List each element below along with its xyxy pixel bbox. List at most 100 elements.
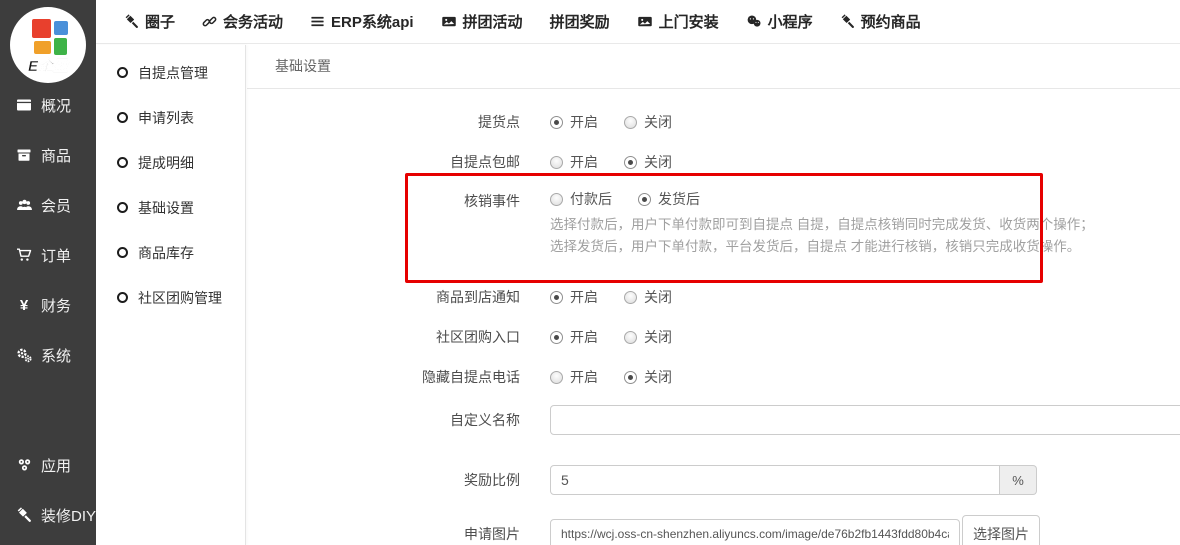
- radio-icon[interactable]: [550, 371, 563, 384]
- topnav-item-erp-api[interactable]: ERP系统api: [310, 11, 414, 32]
- main-sidebar: E企盈 概况 商品 会员 订单 ¥: [0, 0, 96, 545]
- sidebar-item-label: 订单: [41, 245, 71, 266]
- circle-icon: [117, 247, 128, 258]
- radio-icon[interactable]: [624, 156, 637, 169]
- radio-option-on[interactable]: 开启: [550, 287, 598, 307]
- topnav-item-mini-program[interactable]: 小程序: [746, 11, 813, 32]
- topnav-item-circle[interactable]: 圈子: [124, 11, 175, 32]
- radio-option-on[interactable]: 开启: [550, 327, 598, 347]
- gavel-icon: [840, 14, 855, 29]
- sidebar-item-label: 装修DIY: [41, 505, 96, 526]
- radio-icon[interactable]: [624, 291, 637, 304]
- field-label: 社区团购入口: [247, 327, 520, 347]
- field-label: 奖励比例: [247, 470, 520, 490]
- radio-option-off[interactable]: 关闭: [624, 287, 672, 307]
- radio-option-label: 开启: [570, 327, 598, 347]
- radio-option-on[interactable]: 开启: [550, 152, 598, 172]
- radio-option-on[interactable]: 开启: [550, 112, 598, 132]
- sidebar-item-apps[interactable]: 应用: [0, 440, 96, 490]
- circle-icon: [117, 202, 128, 213]
- apps-icon: [15, 457, 33, 473]
- form-row-custom-name: 自定义名称: [247, 400, 1180, 440]
- gavel-icon: [124, 14, 139, 29]
- submenu-item-pickup-management[interactable]: 自提点管理: [96, 50, 245, 95]
- yen-icon: ¥: [15, 297, 33, 313]
- circle-icon: [117, 67, 128, 78]
- topnav-item-label: 会务活动: [223, 11, 283, 32]
- radio-option-label: 开启: [570, 287, 598, 307]
- topnav-item-group-activity[interactable]: 拼团活动: [441, 11, 523, 32]
- radio-option-off[interactable]: 关闭: [624, 152, 672, 172]
- sidebar-item-goods[interactable]: 商品: [0, 130, 96, 180]
- form-row-reward-ratio: 奖励比例 %: [247, 460, 1180, 500]
- sidebar-item-label: 会员: [41, 195, 71, 216]
- sidebar-item-label: 系统: [41, 345, 71, 366]
- help-text: 选择付款后，用户下单付款即可到自提点 自提，自提点核销同时完成发货、收货两个操作…: [550, 214, 1094, 236]
- radio-icon[interactable]: [550, 116, 563, 129]
- submenu-item-label: 申请列表: [138, 108, 194, 128]
- sidebar-item-label: 财务: [41, 295, 71, 316]
- circle-icon: [117, 112, 128, 123]
- radio-option-after-shipment[interactable]: 发货后: [638, 189, 700, 209]
- choose-image-button[interactable]: 选择图片: [962, 515, 1040, 545]
- radio-option-after-payment[interactable]: 付款后: [550, 189, 612, 209]
- radio-option-label: 关闭: [644, 112, 672, 132]
- submenu-item-goods-stock[interactable]: 商品库存: [96, 230, 245, 275]
- topnav-item-conference-activity[interactable]: 会务活动: [202, 11, 283, 32]
- sidebar-item-overview[interactable]: 概况: [0, 80, 96, 130]
- radio-icon[interactable]: [550, 291, 563, 304]
- reward-ratio-input[interactable]: [550, 465, 1000, 495]
- radio-icon[interactable]: [550, 331, 563, 344]
- window-icon: [15, 97, 33, 113]
- topnav-item-door-install[interactable]: 上门安装: [637, 11, 719, 32]
- radio-icon[interactable]: [550, 156, 563, 169]
- image-icon: [441, 14, 457, 29]
- sidebar-item-label: 商品: [41, 145, 71, 166]
- secondary-menu: 自提点管理 申请列表 提成明细 基础设置 商品库存 社区团购管理: [96, 45, 246, 545]
- radio-option-on[interactable]: 开启: [550, 367, 598, 387]
- topnav-item-label: 上门安装: [659, 11, 719, 32]
- submenu-item-label: 商品库存: [138, 243, 194, 263]
- radio-option-off[interactable]: 关闭: [624, 112, 672, 132]
- submenu-item-label: 基础设置: [138, 198, 194, 218]
- link-icon: [202, 14, 217, 29]
- form-row-hide-phone: 隐藏自提点电话 开启 关闭: [247, 357, 1180, 397]
- form-row-community-entry: 社区团购入口 开启 关闭: [247, 317, 1180, 357]
- submenu-item-label: 自提点管理: [138, 63, 208, 83]
- sidebar-item-decorate-diy[interactable]: 装修DIY: [0, 490, 96, 540]
- custom-name-input[interactable]: [550, 405, 1180, 435]
- radio-option-label: 发货后: [658, 189, 700, 209]
- field-label: 申请图片: [247, 524, 520, 544]
- cart-icon: [15, 247, 33, 263]
- sidebar-item-orders[interactable]: 订单: [0, 230, 96, 280]
- radio-option-label: 开启: [570, 112, 598, 132]
- apply-image-url-input[interactable]: [550, 519, 960, 545]
- radio-option-label: 开启: [570, 152, 598, 172]
- topnav-item-reserve-goods[interactable]: 预约商品: [840, 11, 921, 32]
- topnav-item-label: 预约商品: [861, 11, 921, 32]
- submenu-item-community-group-management[interactable]: 社区团购管理: [96, 275, 245, 320]
- bars-icon: [310, 14, 325, 29]
- sidebar-item-members[interactable]: 会员: [0, 180, 96, 230]
- submenu-item-apply-list[interactable]: 申请列表: [96, 95, 245, 140]
- submenu-item-basic-settings[interactable]: 基础设置: [96, 185, 245, 230]
- topnav-item-label: 小程序: [768, 11, 813, 32]
- radio-icon[interactable]: [550, 193, 563, 206]
- radio-option-off[interactable]: 关闭: [624, 327, 672, 347]
- submenu-item-commission-detail[interactable]: 提成明细: [96, 140, 245, 185]
- radio-icon[interactable]: [624, 331, 637, 344]
- submenu-item-label: 社区团购管理: [138, 288, 222, 308]
- sidebar-item-finance[interactable]: ¥ 财务: [0, 280, 96, 330]
- topnav-item-label: ERP系统api: [331, 11, 414, 32]
- archive-icon: [15, 147, 33, 163]
- sidebar-item-system[interactable]: 系统: [0, 330, 96, 380]
- radio-icon[interactable]: [624, 371, 637, 384]
- brand-logo-image: E企盈: [10, 7, 86, 83]
- field-label: 提货点: [247, 112, 520, 132]
- brand-logo[interactable]: E企盈: [0, 0, 96, 90]
- radio-icon[interactable]: [624, 116, 637, 129]
- submenu-item-label: 提成明细: [138, 153, 194, 173]
- radio-option-off[interactable]: 关闭: [624, 367, 672, 387]
- topnav-item-group-reward[interactable]: 拼团奖励: [550, 11, 610, 32]
- radio-icon[interactable]: [638, 193, 651, 206]
